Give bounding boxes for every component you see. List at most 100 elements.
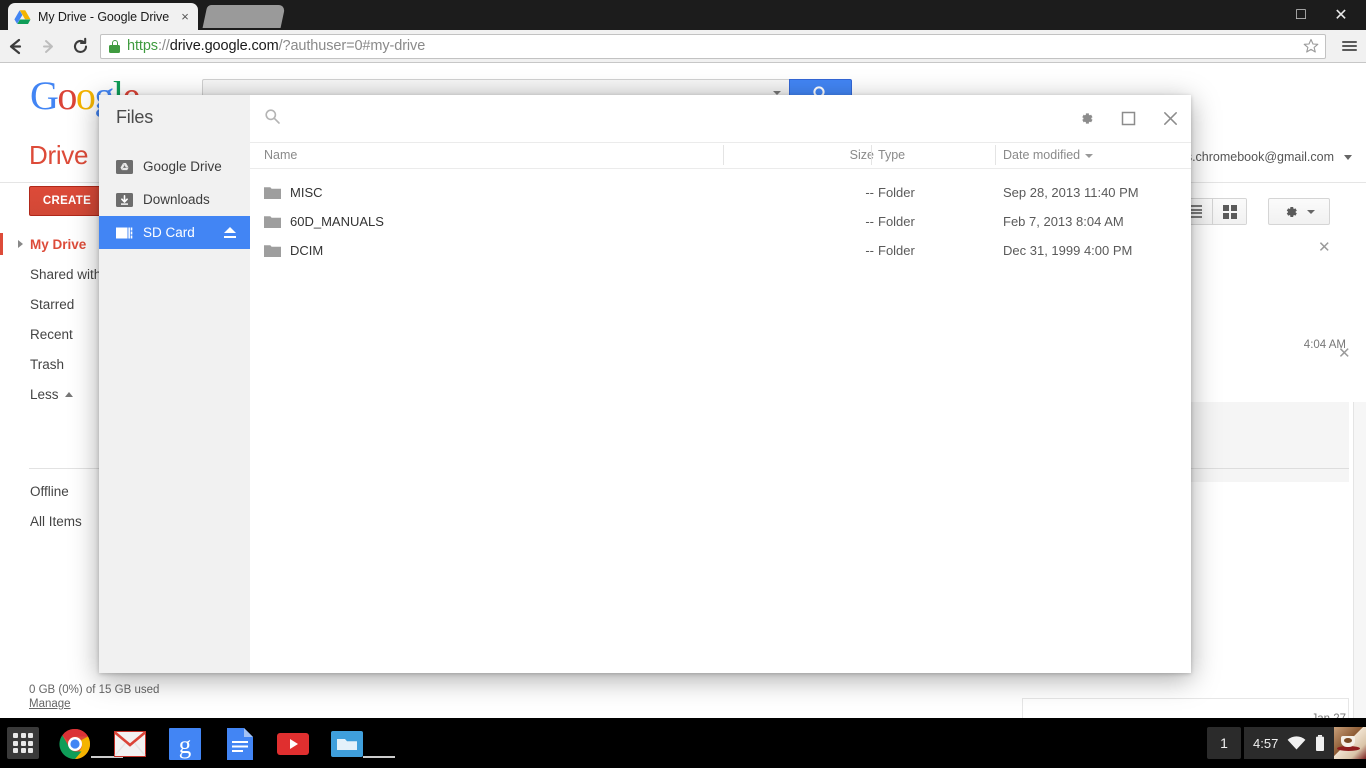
chevron-down-icon[interactable] (1307, 209, 1315, 214)
battery-icon (1315, 734, 1325, 752)
column-header-name[interactable]: Name (264, 148, 297, 162)
shelf-app-files[interactable] (331, 728, 395, 760)
file-type: Folder (878, 214, 915, 229)
shelf-app-google-docs[interactable] (224, 728, 256, 760)
reload-icon[interactable] (64, 30, 96, 63)
sidebar-item-google-drive[interactable]: Google Drive (99, 150, 250, 183)
file-date-modified: Sep 28, 2013 11:40 PM (1003, 185, 1139, 200)
chrome-icon (59, 728, 91, 760)
column-divider[interactable] (995, 145, 996, 165)
column-header-size[interactable]: Size (805, 148, 874, 162)
browser-maximize-icon[interactable]: □ (1281, 0, 1321, 30)
panel-dismiss-icon[interactable]: ✕ (1338, 346, 1351, 361)
panel-dismiss-icon[interactable]: ✕ (1318, 240, 1331, 255)
sidebar-item-label: Recent (30, 326, 73, 342)
file-name: DCIM (290, 243, 324, 258)
search-icon[interactable] (264, 108, 281, 130)
files-maximize-icon[interactable] (1107, 95, 1149, 143)
system-tray[interactable]: 4:57 (1244, 727, 1366, 759)
sidebar-item-sd-card[interactable]: SD Card (99, 216, 250, 249)
file-date-modified: Dec 31, 1999 4:00 PM (1003, 243, 1133, 258)
wifi-icon (1287, 735, 1306, 751)
column-header-type[interactable]: Type (878, 148, 905, 162)
chevron-down-icon[interactable] (1344, 155, 1352, 160)
sort-descending-icon (1085, 153, 1094, 158)
sidebar-item-label: Google Drive (143, 159, 222, 174)
gmail-icon (114, 731, 146, 757)
column-divider[interactable] (871, 145, 872, 165)
view-grid-button[interactable] (1212, 199, 1246, 224)
column-divider[interactable] (723, 145, 724, 165)
column-header-date-modified[interactable]: Date modified (1003, 148, 1094, 162)
url-separator: :// (157, 38, 170, 54)
window-count-badge[interactable]: 1 (1207, 727, 1241, 759)
clock: 4:57 (1253, 735, 1279, 751)
files-settings-icon[interactable] (1065, 95, 1107, 143)
sidebar-item-label: Trash (30, 356, 65, 372)
tab-title: My Drive - Google Drive (38, 9, 170, 24)
files-main-pane: Name Size Type Date modified MISC -- Fol… (250, 95, 1191, 673)
table-row[interactable]: MISC -- Folder Sep 28, 2013 11:40 PM (250, 179, 1191, 208)
url-text: https://drive.google.com/?authuser=0#my-… (127, 38, 425, 54)
docs-icon (227, 728, 253, 760)
files-toolbar (250, 95, 1191, 143)
folder-icon (264, 215, 281, 228)
shelf-app-google-search[interactable]: g (169, 728, 201, 760)
manage-storage-link[interactable]: Manage (29, 698, 159, 710)
running-indicator (363, 756, 395, 758)
launcher-icon[interactable] (7, 727, 39, 759)
table-row[interactable]: DCIM -- Folder Dec 31, 1999 4:00 PM (250, 237, 1191, 266)
google-drive-favicon (14, 9, 31, 25)
file-size: -- (865, 214, 874, 229)
settings-button[interactable] (1268, 198, 1330, 225)
eject-icon[interactable] (223, 226, 237, 239)
shelf-app-chrome[interactable] (59, 728, 123, 760)
url-host: drive.google.com (169, 38, 279, 54)
sidebar-item-label: Starred (30, 296, 75, 312)
file-name: 60D_MANUALS (290, 214, 384, 229)
file-size: -- (865, 243, 874, 258)
table-row[interactable]: 60D_MANUALS -- Folder Feb 7, 2013 8:04 A… (250, 208, 1191, 237)
shelf-app-gmail[interactable] (114, 728, 146, 760)
activity-card (1022, 698, 1349, 718)
files-app-title: Files (116, 107, 154, 127)
forward-icon[interactable] (32, 30, 64, 63)
chrome-menu-icon[interactable] (1332, 30, 1366, 63)
tab-close-icon[interactable]: × (178, 10, 192, 23)
files-sidebar: Files Google Drive Downloads SD Card (99, 95, 250, 673)
chevron-right-icon (18, 240, 23, 248)
sidebar-item-label: Offline (30, 483, 69, 499)
create-button[interactable]: CREATE (29, 186, 105, 216)
file-name-cell: MISC (264, 185, 323, 200)
files-icon (331, 731, 363, 757)
new-tab-button[interactable] (202, 5, 286, 28)
files-sidebar-list: Google Drive Downloads SD Card (99, 150, 250, 249)
browser-close-icon[interactable]: ✕ (1321, 0, 1361, 30)
tab-strip: My Drive - Google Drive × □ ✕ (0, 0, 1366, 30)
address-bar[interactable]: https://drive.google.com/?authuser=0#my-… (100, 33, 1326, 59)
sidebar-item-label: All Items (30, 513, 82, 529)
browser-tab[interactable]: My Drive - Google Drive × (8, 3, 198, 30)
drive-icon (116, 159, 133, 174)
storage-info: 0 GB (0%) of 15 GB used Manage (29, 684, 159, 710)
files-search-input[interactable] (281, 111, 1065, 126)
files-close-icon[interactable] (1149, 95, 1191, 143)
sidebar-item-label: Less (30, 386, 59, 402)
file-type: Folder (878, 185, 915, 200)
gear-icon (1286, 206, 1297, 217)
chevron-up-icon (64, 391, 73, 397)
sidebar-item-label: Shared with (30, 266, 102, 282)
column-header-date-label: Date modified (1003, 148, 1081, 162)
avatar[interactable] (1334, 727, 1366, 759)
file-date-modified: Feb 7, 2013 8:04 AM (1003, 214, 1124, 229)
sidebar-item-downloads[interactable]: Downloads (99, 183, 250, 216)
shelf-app-youtube[interactable] (277, 728, 309, 760)
page-scrollbar[interactable] (1353, 402, 1366, 718)
folder-icon (264, 186, 281, 199)
bookmark-star-icon[interactable] (1303, 38, 1319, 54)
files-app-window: Files Google Drive Downloads SD Card Nam… (99, 95, 1191, 673)
back-icon[interactable] (0, 30, 32, 63)
file-type: Folder (878, 243, 915, 258)
file-name-cell: DCIM (264, 243, 323, 258)
grid-icon (1222, 204, 1237, 219)
